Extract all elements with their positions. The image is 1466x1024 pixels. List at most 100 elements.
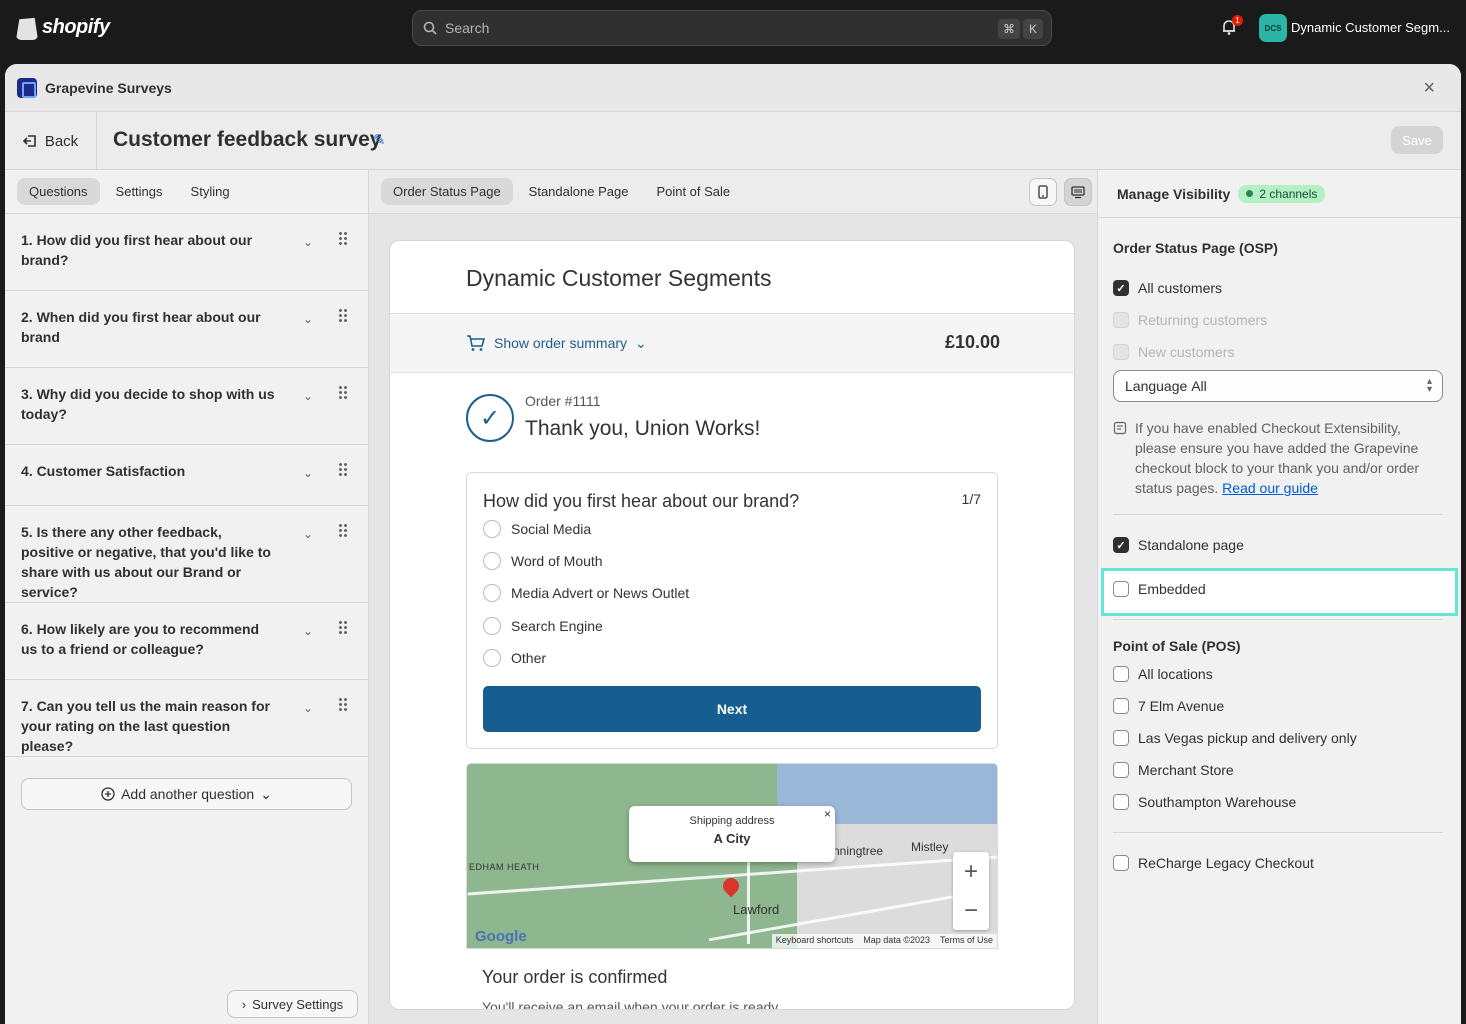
close-icon[interactable]: × (824, 807, 831, 821)
map-keyboard-shortcuts-link[interactable]: Keyboard shortcuts (776, 935, 854, 947)
checkbox-unchecked[interactable] (1113, 730, 1129, 746)
survey-option[interactable]: Media Advert or News Outlet (483, 584, 689, 602)
tab-settings[interactable]: Settings (104, 178, 175, 205)
close-icon[interactable]: × (1423, 78, 1435, 98)
question-item[interactable]: 6. How likely are you to recommend us to… (5, 603, 368, 680)
checkbox-unchecked[interactable] (1113, 581, 1129, 597)
chevron-down-icon[interactable]: ⌄ (303, 463, 313, 483)
checkout-preview: Dynamic Customer Segments Show order sum… (389, 240, 1075, 1010)
radio-button[interactable] (483, 584, 501, 602)
survey-option[interactable]: Word of Mouth (483, 552, 603, 570)
survey-settings-button[interactable]: › Survey Settings (227, 990, 358, 1018)
chevron-down-icon[interactable]: ⌄ (303, 698, 313, 718)
divider (1113, 832, 1443, 833)
checkbox-label: All customers (1138, 280, 1223, 296)
zoom-out-button[interactable]: − (953, 891, 989, 930)
pos-location-option[interactable]: Las Vegas pickup and delivery only (1113, 730, 1357, 746)
standalone-page-option[interactable]: ✓ Standalone page (1113, 537, 1244, 553)
drag-handle-icon[interactable] (338, 385, 348, 399)
checkbox-unchecked[interactable] (1113, 855, 1129, 871)
add-question-label: Add another question (121, 786, 255, 802)
tab-point-of-sale[interactable]: Point of Sale (644, 178, 742, 205)
tab-standalone-page[interactable]: Standalone Page (517, 178, 641, 205)
show-order-summary-link[interactable]: Show order summary ⌄ (466, 334, 647, 352)
tab-order-status-page[interactable]: Order Status Page (381, 178, 513, 205)
chevron-down-icon[interactable]: ⌄ (303, 309, 313, 329)
checkbox-label: Southampton Warehouse (1138, 794, 1297, 810)
show-order-summary-label: Show order summary (494, 335, 628, 351)
radio-button[interactable] (483, 649, 501, 667)
pencil-icon[interactable]: ✎ (373, 131, 386, 149)
checkbox-label: ReCharge Legacy Checkout (1138, 855, 1314, 871)
shopify-logo[interactable]: shopify (16, 14, 110, 40)
language-select[interactable]: Language All ▴ ▾ (1113, 370, 1443, 402)
mobile-view-button[interactable] (1029, 178, 1057, 206)
checkbox-unchecked[interactable] (1113, 666, 1129, 682)
shipping-map[interactable]: EDHAM HEATH nningtree Mistley Lawford Sh… (466, 763, 998, 949)
channels-badge-label: 2 channels (1259, 186, 1318, 201)
checkbox-unchecked[interactable] (1113, 698, 1129, 714)
drag-handle-icon[interactable] (338, 308, 348, 322)
popup-city: A City (713, 831, 751, 846)
osp-all-customers[interactable]: ✓ All customers (1113, 280, 1222, 296)
question-label: 4. Customer Satisfaction (21, 463, 186, 479)
chevron-down-icon[interactable]: ⌄ (303, 386, 313, 406)
pos-location-option[interactable]: 7 Elm Avenue (1113, 698, 1224, 714)
drag-handle-icon[interactable] (338, 231, 348, 245)
radio-button[interactable] (483, 520, 501, 538)
app-title: Grapevine Surveys (45, 79, 172, 96)
tab-questions[interactable]: Questions (17, 178, 100, 205)
drag-handle-icon[interactable] (338, 620, 348, 634)
chevron-down-icon[interactable]: ⌄ (303, 232, 313, 252)
survey-option[interactable]: Other (483, 649, 546, 667)
radio-button[interactable] (483, 617, 501, 635)
app-modal: Grapevine Surveys × Back Customer feedba… (5, 64, 1461, 1024)
chevron-down-icon[interactable]: ⌄ (303, 524, 313, 544)
popup-title: Shipping address (689, 815, 775, 827)
drag-handle-icon[interactable] (338, 462, 348, 476)
channels-badge: 2 channels (1238, 184, 1326, 203)
back-label: Back (44, 132, 79, 150)
map-zoom-controls: + − (953, 852, 989, 930)
back-button[interactable]: Back (5, 112, 97, 170)
checkbox-unchecked[interactable] (1113, 794, 1129, 810)
save-button[interactable]: Save (1391, 126, 1443, 154)
next-button[interactable]: Next (483, 686, 981, 732)
zoom-in-button[interactable]: + (953, 852, 989, 891)
question-item[interactable]: 2. When did you first hear about our bra… (5, 291, 368, 368)
map-terms-link[interactable]: Terms of Use (940, 935, 993, 947)
question-item[interactable]: 7. Can you tell us the main reason for y… (5, 680, 368, 757)
desktop-view-button[interactable] (1064, 178, 1092, 206)
read-guide-link[interactable]: Read our guide (1222, 480, 1318, 496)
map-data-credit: Map data ©2023 (863, 935, 930, 945)
question-item[interactable]: 3. Why did you decide to shop with us to… (5, 368, 368, 445)
option-label: Word of Mouth (511, 553, 603, 569)
checkbox-unchecked[interactable] (1113, 762, 1129, 778)
recharge-legacy-option[interactable]: ReCharge Legacy Checkout (1113, 855, 1314, 871)
survey-progress: 1/7 (961, 491, 981, 507)
plus-circle-icon (101, 787, 115, 801)
pos-location-option[interactable]: Southampton Warehouse (1113, 794, 1296, 810)
tab-styling[interactable]: Styling (179, 178, 242, 205)
store-name[interactable]: Dynamic Customer Segm... (1291, 20, 1450, 35)
chevron-down-icon[interactable]: ⌄ (303, 621, 313, 641)
checkbox-checked[interactable]: ✓ (1113, 537, 1129, 553)
radio-button[interactable] (483, 552, 501, 570)
drag-handle-icon[interactable] (338, 697, 348, 711)
checkbox-checked[interactable]: ✓ (1113, 280, 1129, 296)
question-item[interactable]: 4. Customer Satisfaction ⌄ (5, 445, 368, 506)
mobile-icon (1038, 185, 1048, 199)
question-item[interactable]: 5. Is there any other feedback, positive… (5, 506, 368, 603)
survey-option[interactable]: Search Engine (483, 617, 603, 635)
pos-location-option[interactable]: Merchant Store (1113, 762, 1234, 778)
embedded-option[interactable]: Embedded (1113, 581, 1206, 597)
brand-name: shopify (42, 15, 110, 38)
pos-location-option[interactable]: All locations (1113, 666, 1213, 682)
store-avatar[interactable]: DCS (1259, 14, 1287, 42)
global-search-input[interactable]: Search ⌘ K (412, 10, 1052, 46)
question-item[interactable]: 1. How did you first hear about our bran… (5, 214, 368, 291)
survey-option[interactable]: Social Media (483, 520, 591, 538)
question-label: 7. Can you tell us the main reason for y… (21, 698, 270, 754)
drag-handle-icon[interactable] (338, 523, 348, 537)
add-question-button[interactable]: Add another question ⌄ (21, 778, 352, 810)
